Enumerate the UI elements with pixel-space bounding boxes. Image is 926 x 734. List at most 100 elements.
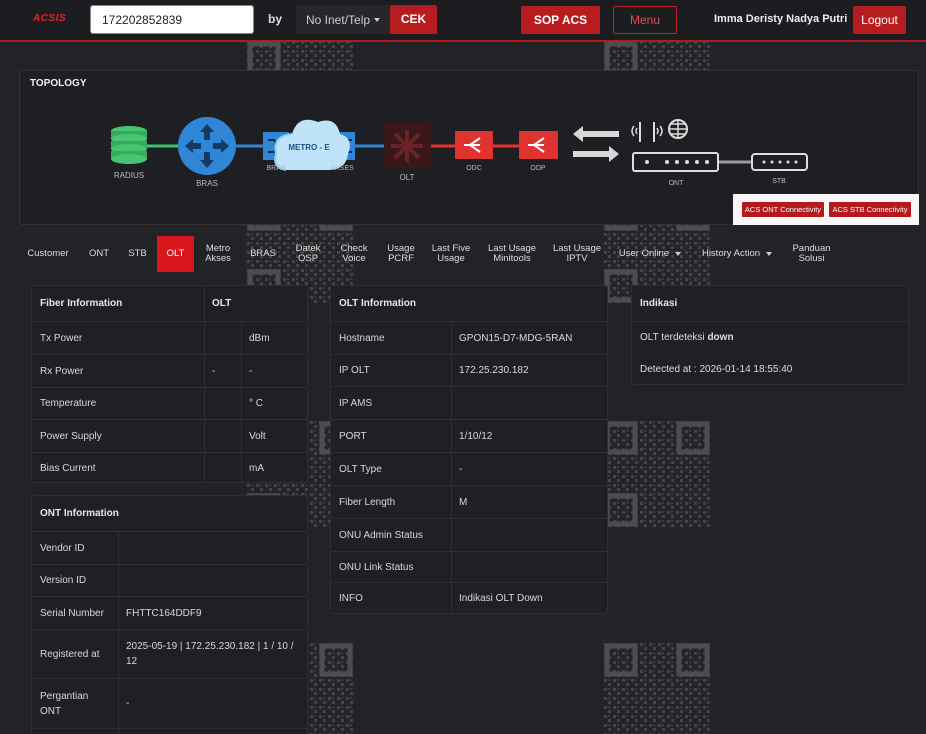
row-label: Temperature — [40, 398, 97, 409]
odc-label: ODC — [466, 165, 482, 172]
tab-history-action[interactable]: History Action — [696, 236, 778, 272]
row-unit: Volt — [249, 430, 266, 442]
odp-splitter-icon — [519, 131, 558, 159]
row-unit: mA — [249, 462, 264, 474]
bras-label: BRAS — [196, 179, 218, 188]
table-row: Vendor ID — [32, 532, 307, 565]
row-olt-value — [204, 420, 212, 452]
metro-e-label: METRO - E — [288, 143, 330, 152]
tab-panduan-solusi[interactable]: Panduan Solusi — [789, 236, 834, 272]
row-value — [451, 519, 459, 551]
row-label: Registered at — [40, 648, 100, 660]
table-row: Version ID — [32, 565, 307, 597]
row-label: IP OLT — [339, 365, 370, 376]
row-value: FHTTC164DDF9 — [126, 607, 202, 619]
fiber-information-title: Fiber Information — [40, 298, 123, 309]
tab-stb[interactable]: STB — [121, 236, 154, 272]
tab-check-voice[interactable]: Check Voice — [334, 236, 374, 272]
acs-stb-connectivity-button[interactable]: ACS STB Connectivity — [829, 202, 911, 217]
row-label: ONU Link Status — [339, 561, 414, 573]
table-row: OLT Type - — [331, 453, 607, 486]
row-label: Bias Current — [40, 462, 96, 474]
odc-splitter-icon — [455, 131, 493, 159]
watermark-qr — [603, 420, 711, 528]
olt-status-text: OLT terdeteksi down — [640, 332, 734, 343]
tab-label-2: OSP — [297, 253, 319, 264]
row-olt-value — [204, 322, 212, 354]
row-value — [451, 552, 459, 582]
stb-label: STB — [772, 178, 786, 185]
acs-connectivity-box: ACS ONT Connectivity ACS STB Connectivit… — [733, 194, 919, 225]
tab-olt[interactable]: OLT — [157, 236, 194, 272]
row-label: Version ID — [40, 575, 87, 586]
tab-usage-pcrf[interactable]: Usage PCRF — [381, 236, 421, 272]
tab-label: History Action — [701, 248, 761, 259]
tab-bras[interactable]: BRAS — [245, 236, 281, 272]
tab-last-usage-iptv[interactable]: Last Usage IPTV — [550, 236, 604, 272]
tab-label-2: Usage — [437, 253, 465, 264]
table-row: Serial Number FHTTC164DDF9 — [32, 597, 307, 630]
tab-last-usage-minitools[interactable]: Last Usage Minitools — [486, 236, 538, 272]
detected-at-text: Detected at : 2026-01-14 18:55:40 — [640, 364, 793, 375]
row-unit: - — [249, 365, 253, 377]
tab-ont[interactable]: ONT — [83, 236, 115, 272]
row-value: - — [126, 698, 130, 709]
status-badge: down — [707, 332, 734, 343]
fiber-information-header: Fiber Information OLT — [32, 286, 307, 322]
table-row: Fiber Length M — [331, 486, 607, 519]
ont-router-icon — [631, 119, 719, 172]
row-unit: ° C — [249, 398, 263, 409]
status-prefix: OLT terdeteksi — [640, 332, 705, 343]
tab-label: BRAS — [250, 248, 276, 259]
olt-label: OLT — [400, 173, 415, 182]
row-label: Vendor ID — [40, 542, 85, 554]
row-label: Serial Number — [40, 607, 104, 619]
akses-switch-label: AKSES — [330, 165, 354, 172]
row-unit: dBm — [249, 332, 270, 344]
table-row: Hostname GPON15-D7-MDG-5RAN — [331, 322, 607, 355]
tab-label-2: Minitools — [493, 253, 531, 264]
row-value — [118, 532, 126, 564]
tab-label-2: Solusi — [798, 253, 825, 264]
olt-information-header: OLT Information — [331, 286, 607, 322]
ont-information-title: ONT Information — [40, 508, 119, 519]
row-label: IP AMS — [339, 397, 373, 409]
fiber-information-panel: Fiber Information OLT Tx Power dBm Rx Po… — [31, 285, 308, 483]
row-label: ONU Admin Status — [339, 529, 423, 541]
table-row: ONU Link Status — [331, 552, 607, 583]
tab-user-online[interactable]: User Online — [614, 236, 686, 272]
indikasi-header: Indikasi — [632, 286, 908, 322]
odp-label: ODP — [530, 165, 546, 172]
table-row: Temperature ° C — [32, 388, 307, 420]
ont-information-header: ONT Information — [32, 496, 307, 532]
row-label: Rx Power — [40, 365, 84, 377]
tab-label-2: IPTV — [566, 253, 588, 264]
table-row: ONU Admin Status — [331, 519, 607, 552]
row-label: INFO — [339, 593, 363, 604]
row-value: GPON15-D7-MDG-5RAN — [459, 332, 573, 344]
acs-ont-connectivity-button[interactable]: ACS ONT Connectivity — [742, 202, 824, 217]
tab-customer[interactable]: Customer — [19, 236, 77, 272]
row-label: Fiber Length — [339, 496, 396, 508]
row-value: 172.25.230.182 — [459, 365, 529, 376]
table-row: IP AMS — [331, 387, 607, 420]
radius-node-icon — [111, 126, 147, 164]
row-value — [118, 565, 126, 596]
tab-metro-akses[interactable]: Metro Akses — [199, 236, 237, 272]
table-row: Pergantian ONT - — [32, 679, 307, 729]
watermark-qr — [603, 642, 711, 734]
tab-label: ONT — [88, 248, 110, 259]
olt-node-icon — [384, 122, 431, 168]
ont-information-panel: ONT Information Vendor ID Version ID Ser… — [31, 495, 308, 734]
tab-label-2: Voice — [342, 253, 366, 264]
bras-switch-label: BRAS — [266, 165, 285, 172]
row-value — [451, 387, 459, 419]
row-value: 1/10/12 — [459, 430, 493, 442]
olt-information-panel: OLT Information Hostname GPON15-D7-MDG-5… — [330, 285, 608, 614]
ont-label: ONT — [669, 180, 685, 187]
tab-datek-osp[interactable]: Datek OSP — [289, 236, 327, 272]
table-row: Rx Power - - — [32, 355, 307, 388]
tab-label: OLT — [166, 248, 185, 259]
indikasi-panel: Indikasi OLT terdeteksi down Detected at… — [631, 285, 909, 385]
tab-last-five-usage[interactable]: Last Five Usage — [428, 236, 474, 272]
